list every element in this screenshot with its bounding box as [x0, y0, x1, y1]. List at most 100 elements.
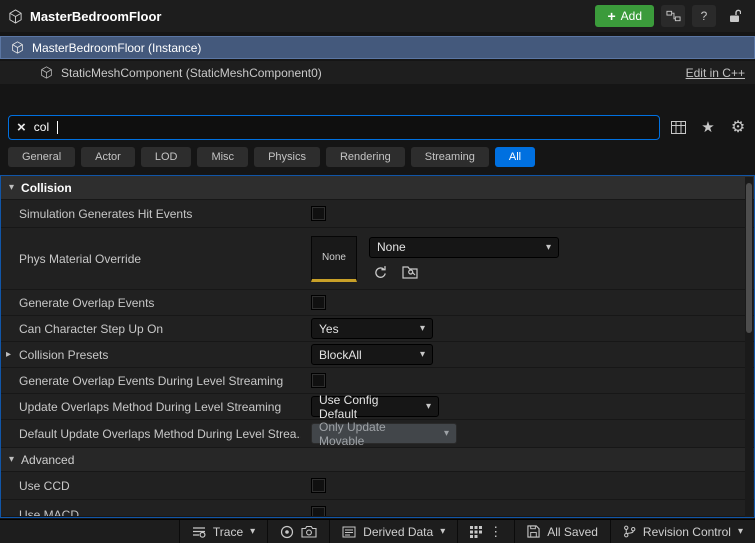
update-overlaps-value: Use Config Default	[319, 392, 379, 421]
step-up-dropdown[interactable]: Yes ▾	[311, 318, 433, 339]
row-can-character-step-up-on: Can Character Step Up On Yes ▾	[1, 316, 754, 342]
details-window: MasterBedroomFloor + Add ? MasterBedroom…	[0, 0, 755, 543]
edit-in-cpp-link[interactable]: Edit in C++	[686, 66, 745, 80]
tab-misc[interactable]: Misc	[197, 147, 249, 167]
asset-actions	[369, 265, 559, 280]
actor-icon	[8, 8, 23, 24]
derived-data-icon	[342, 526, 356, 538]
chevron-down-icon: ▾	[545, 241, 551, 253]
row-default-update-overlaps-method: Default Update Overlaps Method During Le…	[1, 420, 754, 448]
revision-control-menu[interactable]: Revision Control ▾	[609, 520, 755, 543]
row-use-macd: Use MACD	[1, 500, 754, 517]
browse-to-asset-icon[interactable]	[402, 265, 418, 279]
display-grid-icon[interactable]	[669, 118, 687, 136]
property-label: Generate Overlap Events	[19, 295, 155, 310]
blueprint-icon[interactable]	[661, 5, 685, 27]
use-selected-asset-icon[interactable]	[373, 265, 388, 280]
row-phys-material-override: Phys Material Override None None ▾	[1, 228, 754, 290]
search-value: col	[33, 120, 50, 134]
overlap-events-checkbox[interactable]	[311, 295, 326, 310]
filter-tabs: General Actor LOD Misc Physics Rendering…	[0, 147, 755, 167]
trace-icon	[192, 526, 206, 538]
scrollbar-track[interactable]	[745, 177, 753, 517]
plus-icon: +	[607, 8, 616, 24]
status-bar: Trace ▾ Derived Data ▾ ⋮ All Saved Revis…	[0, 519, 755, 543]
phys-material-dropdown[interactable]: None ▾	[369, 236, 559, 258]
update-overlaps-dropdown[interactable]: Use Config Default ▾	[311, 393, 439, 421]
search-bar: × col ★ ⚙	[0, 114, 755, 140]
use-ccd-checkbox[interactable]	[311, 478, 326, 493]
property-label: Can Character Step Up On	[19, 321, 164, 336]
capture-tools	[267, 520, 329, 543]
details-panel: ▾ Collision Simulation Generates Hit Eve…	[0, 175, 755, 518]
page-title: MasterBedroomFloor	[30, 8, 162, 24]
favorites-icon[interactable]: ★	[699, 118, 717, 136]
tab-rendering[interactable]: Rendering	[325, 147, 405, 167]
chevron-down-icon: ▾	[250, 526, 256, 537]
memory-tools: ⋮	[457, 520, 514, 543]
save-icon	[527, 525, 540, 538]
static-mesh-component-icon	[40, 66, 53, 79]
asset-thumbnail[interactable]: None	[311, 235, 357, 282]
instance-row[interactable]: MasterBedroomFloor (Instance)	[0, 36, 755, 59]
property-label: Use CCD	[19, 478, 70, 493]
tab-lod[interactable]: LOD	[140, 147, 192, 167]
tab-streaming[interactable]: Streaming	[410, 147, 489, 167]
use-macd-checkbox[interactable]	[311, 506, 326, 516]
save-status[interactable]: All Saved	[514, 520, 610, 543]
derived-data-label: Derived Data	[363, 524, 434, 539]
collapse-arrow-icon: ▾	[9, 182, 15, 193]
branch-icon	[623, 525, 636, 538]
clear-search-icon[interactable]: ×	[17, 120, 26, 135]
property-label: Use MACD	[19, 508, 80, 517]
trace-menu[interactable]: Trace ▾	[178, 520, 267, 543]
section-advanced[interactable]: ▾ Advanced	[1, 448, 754, 472]
settings-gear-icon[interactable]: ⚙	[729, 118, 747, 136]
section-advanced-label: Advanced	[21, 452, 75, 467]
target-icon[interactable]	[280, 525, 294, 539]
component-row[interactable]: StaticMeshComponent (StaticMeshComponent…	[0, 61, 755, 84]
section-collision-label: Collision	[21, 180, 72, 195]
property-label: Collision Presets	[19, 347, 109, 362]
row-simulation-generates-hit-events: Simulation Generates Hit Events	[1, 200, 754, 228]
vertical-ellipsis-icon[interactable]: ⋮	[489, 524, 502, 540]
phys-material-value: None	[377, 240, 406, 254]
tab-general[interactable]: General	[8, 147, 76, 167]
hit-events-checkbox[interactable]	[311, 206, 326, 221]
actor-instance-icon	[11, 41, 24, 54]
chevron-down-icon: ▾	[443, 428, 449, 439]
asset-thumbnail-label: None	[322, 252, 346, 263]
help-icon[interactable]: ?	[692, 5, 716, 27]
camera-icon[interactable]	[301, 525, 317, 538]
property-label: Generate Overlap Events During Level Str…	[19, 373, 284, 388]
chevron-down-icon: ▾	[737, 526, 743, 537]
collision-presets-dropdown[interactable]: BlockAll ▾	[311, 344, 433, 365]
chevron-down-icon: ▾	[419, 323, 425, 334]
streaming-overlap-checkbox[interactable]	[311, 373, 326, 388]
row-generate-overlap-events: Generate Overlap Events	[1, 290, 754, 316]
search-input[interactable]: × col	[8, 114, 660, 140]
chevron-down-icon: ▾	[419, 349, 425, 360]
grid-cells-icon[interactable]	[470, 525, 483, 538]
text-cursor	[57, 120, 59, 134]
section-collision[interactable]: ▾ Collision	[1, 176, 754, 200]
default-update-overlaps-dropdown: Only Update Movable ▾	[311, 420, 457, 448]
add-button-label: Add	[620, 9, 642, 23]
row-use-ccd: Use CCD	[1, 472, 754, 500]
tab-all[interactable]: All	[494, 147, 536, 167]
expand-arrow-icon[interactable]: ▸	[6, 349, 11, 360]
chevron-down-icon: ▾	[440, 526, 446, 537]
derived-data-menu[interactable]: Derived Data ▾	[329, 520, 457, 543]
scrollbar-thumb[interactable]	[746, 183, 752, 333]
property-label: Update Overlaps Method During Level Stre…	[19, 399, 282, 414]
tab-physics[interactable]: Physics	[254, 147, 320, 167]
step-up-value: Yes	[319, 321, 339, 336]
row-overlap-events-during-streaming: Generate Overlap Events During Level Str…	[1, 368, 754, 394]
add-button[interactable]: + Add	[595, 5, 654, 27]
lock-icon[interactable]	[723, 5, 747, 27]
tab-actor[interactable]: Actor	[81, 147, 135, 167]
trace-label: Trace	[212, 524, 244, 539]
collision-presets-value: BlockAll	[319, 347, 362, 362]
property-label: Simulation Generates Hit Events	[19, 206, 193, 221]
default-update-overlaps-value: Only Update Movable	[319, 419, 386, 448]
